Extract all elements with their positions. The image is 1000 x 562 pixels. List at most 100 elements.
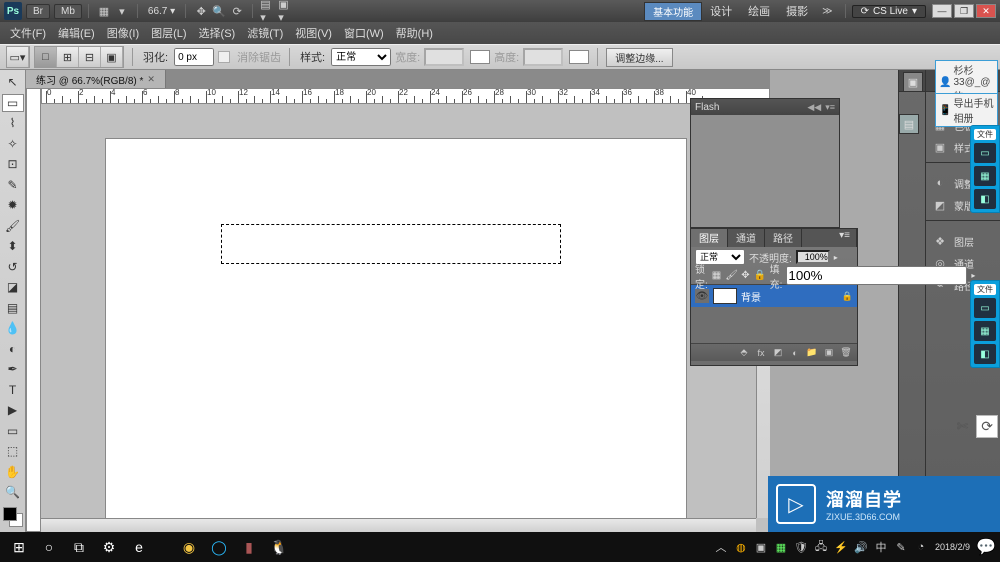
layer-mask-icon[interactable]: ◩ (771, 346, 785, 360)
history-brush-tool[interactable]: ↺ (2, 258, 24, 277)
selection-new-icon[interactable]: □ (35, 47, 57, 67)
panel-collapse-icon[interactable]: ◀◀ (807, 102, 821, 113)
workspace-more-icon[interactable]: ≫ (822, 6, 832, 17)
mini-panel-icon[interactable]: ◧ (974, 189, 996, 209)
mini-panel-icon[interactable]: ◧ (974, 344, 996, 364)
foreground-color-swatch[interactable] (3, 507, 17, 521)
cortana-icon[interactable]: ○ (34, 534, 64, 560)
mini-panel-icon[interactable]: ▭ (974, 298, 996, 318)
mini-panel-icon[interactable]: ▦ (974, 321, 996, 341)
menu-select[interactable]: 选择(S) (193, 25, 242, 41)
scissors-icon[interactable]: ✄ (957, 418, 969, 435)
taskbar-app-icon[interactable]: ▮ (234, 534, 264, 560)
zoom-value[interactable]: 66.7 ▾ (148, 6, 175, 17)
tray-chevron-icon[interactable]: ︿ (713, 539, 729, 555)
view-extras-icon[interactable]: ▦ (96, 3, 112, 19)
close-icon[interactable]: ✕ (147, 74, 155, 85)
rotate-view-icon[interactable]: ⟳ (229, 3, 245, 19)
tray-ime-icon[interactable]: 中 (873, 539, 889, 555)
ruler-vertical[interactable] (26, 88, 41, 532)
task-view-icon[interactable]: ⧉ (64, 534, 94, 560)
paths-tab[interactable]: 路径 (765, 229, 802, 247)
canvas-area[interactable] (41, 104, 770, 532)
selection-subtract-icon[interactable]: ⊟ (79, 47, 101, 67)
lock-pixels-icon[interactable]: 🖌 (725, 270, 737, 281)
layer-name-label[interactable]: 背景 (741, 289, 761, 304)
cslive-button[interactable]: ⟳CS Live▾ (852, 5, 926, 18)
menu-edit[interactable]: 编辑(E) (52, 25, 101, 41)
path-select-tool[interactable]: ▶ (2, 401, 24, 420)
menu-filter[interactable]: 滤镜(T) (241, 25, 289, 41)
action-center-icon[interactable]: 💬 (976, 534, 996, 560)
panel-menu-icon[interactable]: ▾≡ (825, 102, 835, 113)
layer-thumbnail[interactable] (713, 288, 737, 304)
workspace-painting-tab[interactable]: 绘画 (740, 2, 778, 20)
tray-icon[interactable]: ▦ (773, 539, 789, 555)
view-dropdown-icon[interactable]: ▾ (114, 3, 130, 19)
selection-tool-preset[interactable]: ▭▾ (7, 47, 29, 67)
horizontal-scrollbar[interactable] (41, 518, 756, 532)
bridge-button[interactable]: Br (26, 4, 50, 19)
shape-tool[interactable]: ▭ (2, 422, 24, 441)
start-button[interactable]: ⊞ (4, 534, 34, 560)
menu-image[interactable]: 图像(I) (101, 25, 145, 41)
tray-network-icon[interactable]: 🖧 (813, 539, 829, 555)
taskbar-qq-icon[interactable]: 🐧 (264, 534, 294, 560)
window-close-button[interactable]: ✕ (976, 4, 996, 18)
blur-tool[interactable]: 💧 (2, 319, 24, 338)
quick-select-tool[interactable]: ✧ (2, 135, 24, 154)
mini-bridge-button[interactable]: Mb (54, 4, 82, 19)
taskbar-app-icon[interactable]: ◯ (204, 534, 234, 560)
refine-edge-button[interactable]: 调整边缘... (606, 48, 672, 67)
document-tab[interactable]: 练习 @ 66.7%(RGB/8) * ✕ (26, 70, 166, 88)
zoom-tool-icon[interactable]: 🔍 (211, 3, 227, 19)
taskbar-clock[interactable]: 2018/2/9 (929, 542, 976, 553)
move-tool[interactable]: ↖ (2, 73, 24, 92)
layer-fx-icon[interactable]: fx (754, 346, 768, 360)
new-layer-icon[interactable]: ▣ (822, 346, 836, 360)
mini-panel-icon[interactable]: ▭ (974, 143, 996, 163)
taskbar-edge-icon[interactable]: e (124, 534, 154, 560)
menu-layer[interactable]: 图层(L) (145, 25, 192, 41)
menu-window[interactable]: 窗口(W) (338, 25, 390, 41)
canvas[interactable] (106, 139, 686, 519)
panel-menu-icon[interactable]: ▾≡ (833, 229, 857, 247)
hand-tool-icon[interactable]: ✥ (193, 3, 209, 19)
taskbar-app-icon[interactable]: ◉ (174, 534, 204, 560)
pen-tool[interactable]: ✒ (2, 360, 24, 379)
tray-icon[interactable]: ◔ (913, 539, 929, 555)
lock-position-icon[interactable]: ✥ (741, 270, 749, 281)
tray-icon[interactable]: 🛡 (793, 539, 809, 555)
adjustment-layer-icon[interactable]: ◐ (788, 346, 802, 360)
menu-view[interactable]: 视图(V) (289, 25, 338, 41)
arrange-docs-icon[interactable]: ▤ ▾ (260, 3, 276, 19)
export-phone-chip[interactable]: 📱 导出手机相册 (935, 93, 998, 127)
link-layers-icon[interactable]: ⬘ (737, 346, 751, 360)
brush-tool[interactable]: 🖌 (2, 217, 24, 236)
tray-volume-icon[interactable]: 🔊 (853, 539, 869, 555)
hand-tool[interactable]: ✋ (2, 463, 24, 482)
delete-layer-icon[interactable]: 🗑 (839, 346, 853, 360)
selection-add-icon[interactable]: ⊞ (57, 47, 79, 67)
workspace-photography-tab[interactable]: 摄影 (778, 2, 816, 20)
opacity-input[interactable] (796, 250, 830, 264)
refresh-desktop-icon[interactable]: ⟳ (976, 415, 998, 438)
3d-tool[interactable]: ⬚ (2, 442, 24, 461)
ruler-horizontal[interactable]: 0246810121416182022242628303234363840 (41, 88, 770, 104)
channels-tab[interactable]: 通道 (728, 229, 765, 247)
menu-help[interactable]: 帮助(H) (390, 25, 439, 41)
menu-file[interactable]: 文件(F) (4, 25, 52, 41)
type-tool[interactable]: T (2, 381, 24, 400)
group-layers-icon[interactable]: 📁 (805, 346, 819, 360)
clone-stamp-tool[interactable]: ⬍ (2, 237, 24, 256)
screen-mode-icon[interactable]: ▣ ▾ (278, 3, 294, 19)
panel-collapse-icon[interactable]: ▣ (903, 72, 923, 92)
layer-visibility-icon[interactable]: 👁 (695, 289, 709, 303)
eraser-tool[interactable]: ◪ (2, 278, 24, 297)
tray-icon[interactable]: ◍ (733, 539, 749, 555)
lock-all-icon[interactable]: 🔒 (754, 270, 766, 281)
eyedropper-tool[interactable]: ✎ (2, 176, 24, 195)
window-minimize-button[interactable]: — (932, 4, 952, 18)
tray-icon[interactable]: ✎ (893, 539, 909, 555)
gradient-tool[interactable]: ▤ (2, 299, 24, 318)
